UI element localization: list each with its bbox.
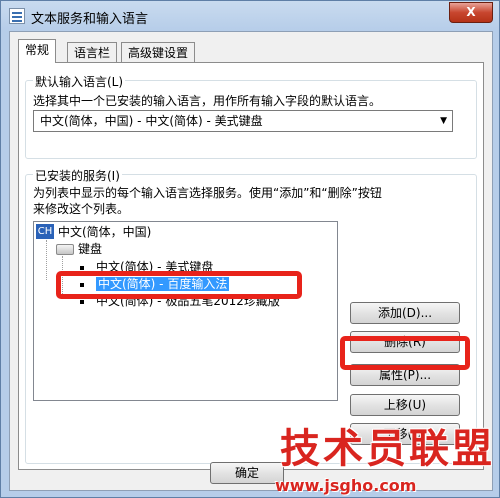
installed-services-group: 已安装的服务(I) 为列表中显示的每个输入语言选择服务。使用“添加”和“删除”按…: [25, 167, 477, 464]
highlight-box-selected-service: [56, 271, 302, 299]
tree-keyboard-label: 键盘: [78, 242, 103, 256]
tree-language-label: 中文(简体，中国): [58, 225, 152, 239]
default-language-value: 中文(简体，中国) - 中文(简体) - 美式键盘: [40, 114, 263, 128]
services-tree[interactable]: CH 中文(简体，中国) 键盘 中文(简体) - 美式键盘 中文(简体) - 百度…: [33, 221, 338, 401]
tree-connector: [46, 240, 47, 280]
tree-keyboard-node[interactable]: 键盘: [56, 241, 102, 257]
installed-services-description-line1: 为列表中显示的每个输入语言选择服务。使用“添加”和“删除”按钮: [33, 186, 382, 200]
tab-advanced-key-settings[interactable]: 高级键设置: [121, 42, 196, 62]
watermark-url: www.jsgho.com: [275, 476, 417, 495]
close-button[interactable]: X: [449, 2, 493, 23]
language-badge: CH: [36, 224, 54, 239]
default-language-group: 默认输入语言(L) 选择其中一个已安装的输入语言，用作所有输入字段的默认语言。 …: [25, 73, 477, 159]
title-bar[interactable]: 文本服务和输入语言 X: [1, 1, 499, 31]
move-up-button[interactable]: 上移(U): [350, 394, 460, 416]
window-title: 文本服务和输入语言: [31, 12, 149, 27]
tab-language-bar[interactable]: 语言栏: [67, 42, 118, 62]
add-button[interactable]: 添加(D)...: [350, 302, 460, 324]
default-language-label: 默认输入语言(L): [33, 73, 126, 90]
highlight-box-properties-button: [340, 336, 470, 370]
watermark-text: 技术员联盟: [280, 426, 495, 472]
keyboard-icon: [56, 244, 74, 255]
default-language-dropdown[interactable]: 中文(简体，中国) - 中文(简体) - 美式键盘 ▼: [33, 110, 453, 132]
tree-language-node[interactable]: CH 中文(简体，中国): [36, 224, 151, 240]
app-icon: [9, 8, 25, 24]
default-language-description: 选择其中一个已安装的输入语言，用作所有输入字段的默认语言。: [33, 94, 382, 108]
installed-services-description-line2: 来修改这个列表。: [33, 202, 130, 216]
dialog-window: 文本服务和输入语言 X 常规 语言栏 高级键设置 默认输入语言(L) 选择其中一…: [0, 0, 500, 498]
installed-services-label: 已安装的服务(I): [33, 167, 122, 184]
tab-panel-general: 默认输入语言(L) 选择其中一个已安装的输入语言，用作所有输入字段的默认语言。 …: [18, 62, 484, 470]
dialog-client-area: 常规 语言栏 高级键设置 默认输入语言(L) 选择其中一个已安装的输入语言，用作…: [9, 31, 493, 491]
dropdown-arrow-icon[interactable]: ▼: [440, 111, 447, 131]
tab-general[interactable]: 常规: [18, 39, 57, 63]
bullet-icon: [80, 299, 84, 304]
bullet-icon: [80, 265, 84, 270]
ok-button[interactable]: 确定: [210, 462, 284, 484]
